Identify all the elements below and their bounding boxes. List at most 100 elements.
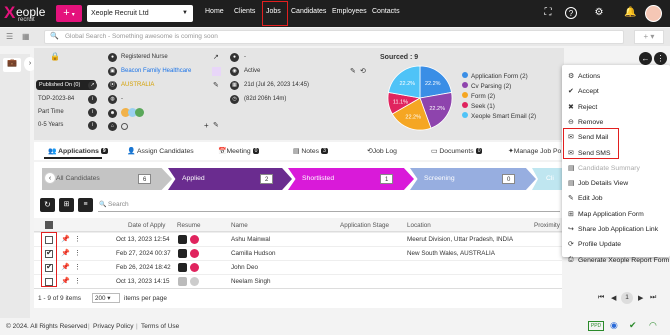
info-icon[interactable]: i [88, 121, 97, 130]
row-name[interactable]: John Deo [231, 264, 258, 271]
stage-all-candidates[interactable]: All Candidates 6 [42, 168, 172, 190]
info-icon[interactable]: i [88, 108, 97, 117]
table-row[interactable]: 📌 ⋮ Oct 13, 2023 12:54 Ashu Mainwal Meerut D… [34, 232, 562, 246]
user-status-icon[interactable]: ◉ [610, 320, 618, 331]
current-page[interactable]: 1 [621, 292, 633, 304]
resume-icon[interactable] [178, 235, 187, 244]
menu-item-edit-job[interactable]: ✎ Edit Job [562, 194, 670, 207]
menu-item-reject[interactable]: ✖ Reject [562, 103, 670, 116]
page-size-select[interactable]: 200 ▾ [92, 293, 120, 303]
next-page-button[interactable]: ▶ [638, 294, 643, 302]
column-name[interactable]: Name [231, 222, 248, 229]
first-page-button[interactable]: ⏮ [598, 294, 604, 302]
list-icon[interactable]: ☰ [6, 32, 13, 41]
column-proximity[interactable]: Proximity [534, 222, 560, 229]
published-badge[interactable]: Published On (0) [36, 80, 96, 90]
pipeline-prev-button[interactable]: ‹ [44, 172, 56, 184]
edit-icon[interactable]: ✎ [350, 67, 356, 75]
nav-candidates[interactable]: Candidates [291, 8, 326, 15]
row-menu-icon[interactable]: ⋮ [74, 235, 81, 243]
external-link-icon[interactable]: ↗ [213, 53, 219, 61]
tab-notes[interactable]: ▤ Notes 3 [293, 147, 328, 155]
column-location[interactable]: Location [407, 222, 431, 229]
nav-home[interactable]: Home [205, 8, 224, 15]
filter-button[interactable]: ≡ [78, 198, 93, 212]
row-menu-icon[interactable]: ⋮ [74, 249, 81, 257]
last-page-button[interactable]: ⏭ [650, 294, 656, 302]
row-name[interactable]: Ashu Mainwal [231, 236, 270, 243]
info-icon[interactable]: i [88, 95, 97, 104]
edit-icon[interactable]: ✎ [213, 81, 219, 89]
legend-item[interactable]: Xeople Smart Email (2) [462, 112, 562, 122]
tab-documents[interactable]: ▭ Documents 0 [431, 147, 483, 155]
fullscreen-icon[interactable]: ⛶ [542, 7, 554, 19]
pin-icon[interactable]: 📌 [61, 235, 70, 243]
back-button[interactable]: ← [639, 52, 652, 65]
table-row[interactable]: ✔ 📌 ⋮ Feb 26, 2024 18:42 John Deo [34, 260, 562, 274]
stage-screening[interactable]: Screening 0 [410, 168, 536, 190]
ppd-badge[interactable]: PPD [588, 321, 604, 331]
share-icon[interactable] [190, 249, 199, 258]
share-icon[interactable] [190, 277, 199, 286]
edit-icon[interactable]: ✎ [213, 121, 219, 129]
row-name[interactable]: Camilla Hudson [231, 250, 275, 257]
privacy-policy-link[interactable]: Privacy Policy [93, 323, 133, 330]
share-icon[interactable] [190, 235, 199, 244]
tab-manage-job-posting[interactable]: ✦Manage Job Po [508, 147, 562, 155]
legend-item[interactable]: Application Form (2) [462, 72, 562, 82]
help-icon[interactable]: ? [565, 7, 577, 19]
client-link[interactable]: Beacon Family Healthcare [121, 68, 191, 74]
grid-icon[interactable]: ▦ [22, 32, 30, 41]
column-date-of-apply[interactable]: Date of Apply [128, 222, 165, 229]
legend-item[interactable]: Form (2) [462, 92, 562, 102]
more-actions-button[interactable]: ⋮ [654, 52, 667, 65]
chart-icon[interactable]: ↗ [88, 81, 97, 90]
nav-employees[interactable]: Employees [332, 8, 367, 15]
tab-assign-candidates[interactable]: 👤 Assign Candidates [127, 147, 194, 155]
column-application-stage[interactable]: Application Stage [340, 222, 389, 229]
bell-icon[interactable]: 🔔 [624, 7, 636, 19]
menu-item-generate-xeople-report-form[interactable]: ⎙ Generate Xeople Report Form [562, 256, 670, 264]
hierarchy-button[interactable]: ⊞ [59, 198, 74, 212]
legend-item[interactable]: Cv Parsing (2) [462, 82, 562, 92]
select-all-checkbox[interactable] [45, 221, 53, 229]
refresh-button[interactable]: ↻ [40, 198, 55, 212]
resume-icon[interactable] [178, 277, 187, 286]
add-tag-icon[interactable]: + [204, 121, 209, 130]
row-menu-icon[interactable]: ⋮ [74, 263, 81, 271]
pin-icon[interactable]: 📌 [61, 249, 70, 257]
grid-search-input[interactable]: Search [98, 198, 560, 212]
xeople-logo[interactable]: X eople recruit [4, 3, 52, 25]
menu-item-share-job-application-link[interactable]: ↪ Share Job Application Link [562, 225, 670, 238]
stage-applied[interactable]: Applied 2 [168, 168, 292, 190]
check-icon[interactable]: ✔ [629, 320, 637, 331]
table-row[interactable]: 📌 ⋮ Oct 13, 2023 14:15 Neelam Singh [34, 274, 562, 288]
share-icon[interactable] [190, 263, 199, 272]
company-select[interactable]: Xeople Recruit Ltd ▼ [87, 5, 193, 22]
nav-contacts[interactable]: Contacts [372, 8, 400, 15]
settings-icon[interactable]: ⚙ [593, 7, 605, 19]
resume-icon[interactable] [178, 249, 187, 258]
tab-meeting[interactable]: 📅Meeting 0 [218, 147, 260, 155]
row-menu-icon[interactable]: ⋮ [74, 277, 81, 285]
briefcase-icon[interactable]: 💼 [3, 58, 21, 72]
quick-add-button[interactable]: + ▾ [56, 5, 82, 22]
terms-of-use-link[interactable]: Terms of Use [141, 323, 179, 330]
assigned-users[interactable] [121, 108, 153, 118]
resume-icon[interactable] [178, 263, 187, 272]
pin-icon[interactable]: 📌 [61, 263, 70, 271]
nav-clients[interactable]: Clients [234, 8, 255, 15]
wifi-icon[interactable]: ◠ [649, 320, 657, 331]
avatar[interactable] [645, 5, 662, 22]
menu-item-accept[interactable]: ✔ Accept [562, 87, 670, 100]
row-name[interactable]: Neelam Singh [231, 278, 271, 285]
menu-item-map-application-form[interactable]: ⊞ Map Application Form [562, 210, 670, 223]
history-icon[interactable]: ⟲ [360, 67, 366, 75]
stage-shortlisted[interactable]: Shortlisted 1 [288, 168, 414, 190]
tab-applications[interactable]: 👥 Applications 9 [48, 147, 108, 155]
add-dropdown-button[interactable]: + ▾ [634, 30, 664, 44]
global-search-input[interactable]: Global Search - Something awesome is com… [44, 30, 624, 44]
legend-item[interactable]: Seek (1) [462, 102, 562, 112]
menu-item-actions[interactable]: ⚙ Actions [562, 72, 670, 85]
column-resume[interactable]: Resume [177, 222, 200, 229]
